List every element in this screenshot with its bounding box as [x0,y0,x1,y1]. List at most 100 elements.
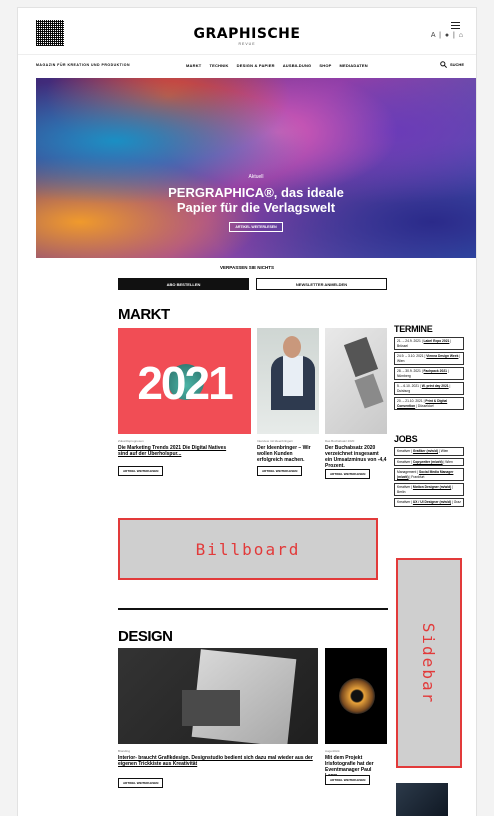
eye-iris [339,678,375,714]
card-read-more-button[interactable]: ARTIKEL WEITERLESEN [118,466,164,476]
nav-item-technik[interactable]: TECHNIK [209,63,228,68]
termine-date: 5. – 6.10. 2021 [397,384,419,388]
card-meta: Interview mit Ideenbringern [257,439,294,443]
billboard-ad[interactable]: Billboard [118,518,378,580]
billboard-ad-label: Billboard [195,539,301,559]
job-role[interactable]: Motion Designer (m/w/d) [413,485,451,489]
termine-item[interactable]: 24.9. – 3.10. 2021 | Vienna Design Week … [394,352,464,365]
page: GRAPHISCHE REVUE A | ● | ⌂ MAGAZIN FÜR K… [18,8,476,816]
hero-title[interactable]: PERGRAPHICA®, das ideale Papier für die … [36,185,476,215]
main-nav: MARKT TECHNIK DESIGN & PAPIER AUSBILDUNG… [186,63,368,68]
hero-text: Aktuell PERGRAPHICA®, das ideale Papier … [36,174,476,233]
job-item[interactable]: Kreativer | Grafiker (m/w/d) | Wien [394,447,464,456]
section-title-markt[interactable]: MARKT [118,306,170,323]
card-read-more-button[interactable]: ARTIKEL WEITERLESEN [257,466,303,476]
nav-item-design-papier[interactable]: DESIGN & PAPIER [237,63,275,68]
termine-item[interactable]: 20. – 21.10. 2021 | Print & Digital Conv… [394,397,464,410]
termine-place: Duisburg [397,388,411,393]
book-shape [343,336,379,378]
termine-title[interactable]: TERMINE [394,324,464,334]
job-item[interactable]: Kreativer | UX / UI Designer (m/w/d) | G… [394,498,464,507]
job-item[interactable]: Management | Social Media Manager (m/w/d… [394,468,464,481]
card-image-eye[interactable] [325,648,387,744]
jobs-title[interactable]: JOBS [394,434,464,444]
job-place: Wien [445,459,453,464]
person-head [283,336,301,358]
card-image-books[interactable] [325,328,387,434]
hero-banner[interactable]: Aktuell PERGRAPHICA®, das ideale Papier … [36,78,476,258]
sidebar-ad[interactable]: Sidebar [396,558,462,768]
nav-item-mediadaten[interactable]: MEDIADATEN [340,63,368,68]
utility-icons[interactable]: A | ● | ⌂ [431,32,464,39]
book-shape [354,373,384,409]
termine-name[interactable]: Label Expo 2021 [424,339,450,343]
side-thumbnail[interactable] [396,783,448,816]
termine-name[interactable]: W. print day 2021 [422,384,449,388]
card-meta: Das Buchabsatz 2020 [325,439,355,443]
site-header: GRAPHISCHE REVUE A | ● | ⌂ [18,8,476,54]
brand-logo[interactable]: GRAPHISCHE [18,26,476,42]
newsletter-button[interactable]: NEWSLETTER ANMELDEN [256,278,387,290]
card-image-trends[interactable]: 2021 [118,328,251,434]
termine-place: Brüssel [397,343,408,348]
promo-heading: VERPASSEN SIE NICHTS [220,265,274,270]
sidebar-ad-label: Sidebar [419,622,439,704]
job-item[interactable]: Kreativer | Motion Designer (m/w/d) | Be… [394,483,464,496]
card-headline[interactable]: Interior- braucht Grafikdesign. Designst… [118,755,318,767]
termine-date: 24.9. – 3.10. 2021 [397,354,424,358]
termine-date: 21. – 24.9. 2021 [397,339,421,343]
job-item[interactable]: Kreativer | Copywriter (m/w/d) | Wien [394,457,464,466]
hero-kicker: Aktuell [248,174,264,180]
card-read-more-button[interactable]: ARTIKEL WEITERLESEN [325,775,371,785]
hero-title-line2: Papier für die Verlagswelt [176,200,336,215]
menu-icon[interactable] [451,20,460,31]
termine-date: 20. – 21.10. 2021 [397,399,423,403]
card-image-interview[interactable] [257,328,319,434]
card-image-interior[interactable] [118,648,318,744]
card-headline[interactable]: Die Marketing Trends 2021 Die Digital Na… [118,445,228,457]
job-company: Kreativer [397,485,411,489]
card-meta: Zukunftsprognosen [118,439,144,443]
card-read-more-button[interactable]: ARTIKEL WEITERLESEN [118,778,164,788]
abo-button[interactable]: ABO BESTELLEN [118,278,249,290]
job-role[interactable]: UX / UI Designer (m/w/d) [413,500,451,504]
termine-name[interactable]: Fachpack 2021 [424,369,447,373]
job-place: Berlin [397,489,406,494]
termine-place: Nürnberg [397,373,411,378]
termine-name[interactable]: Vienna Design Week [426,354,458,358]
hero-read-more-button[interactable]: ARTIKEL WEITERLESEN [229,222,283,232]
termine-place: Düsseldorf [417,403,434,408]
job-place: Frankfurt [411,474,425,479]
card-headline[interactable]: Der Ideenbringer – Wir wollen Kunden erf… [257,445,319,463]
nav-item-shop[interactable]: SHOP [319,63,331,68]
termine-place: Wien [397,358,405,363]
brand-sub: REVUE [238,42,256,46]
termine-item[interactable]: 28. – 30.9. 2021 | Fachpack 2021 | Nürnb… [394,367,464,380]
job-role[interactable]: Grafiker (m/w/d) [413,449,438,453]
section-title-design[interactable]: DESIGN [118,628,173,645]
job-company: Kreativer [397,459,411,464]
card-shape [182,690,240,726]
job-company: Kreativer [397,449,411,453]
job-company: Kreativer [397,500,411,504]
person-shirt [283,356,303,396]
nav-row: MAGAZIN FÜR KREATION UND PRODUKTION MARK… [18,54,476,79]
termine-date: 28. – 30.9. 2021 [397,369,421,373]
search-icon [440,61,447,68]
termine-item[interactable]: 5. – 6.10. 2021 | W. print day 2021 | Du… [394,382,464,395]
card-read-more-button[interactable]: ARTIKEL WEITERLESEN [325,469,371,479]
job-place: Wien [440,449,449,453]
search-button[interactable]: SUCHE [440,61,464,68]
card-meta: Augenblick [325,749,340,753]
card-meta: Branding [118,749,131,753]
termine-list: TERMINE 21. – 24.9. 2021 | Label Expo 20… [394,324,464,412]
search-label: SUCHE [449,62,464,67]
termine-item[interactable]: 21. – 24.9. 2021 | Label Expo 2021 | Brü… [394,337,464,350]
nav-item-markt[interactable]: MARKT [186,63,201,68]
section-divider [118,608,388,610]
job-place: Graz [453,500,461,504]
job-company: Management [397,470,417,474]
nav-item-ausbildung[interactable]: AUSBILDUNG [283,63,312,68]
job-role[interactable]: Copywriter (m/w/d) [413,460,443,464]
card-headline[interactable]: Der Buchabsatz 2020 verzeichnet insgesam… [325,445,387,469]
